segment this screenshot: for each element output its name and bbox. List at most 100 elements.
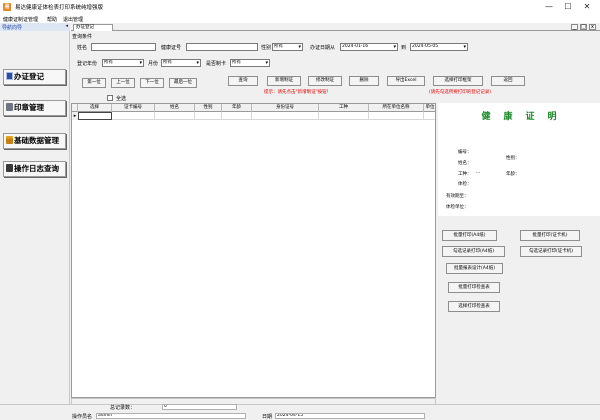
card-age-label: 年龄：: [506, 172, 520, 177]
gender-select[interactable]: 所有: [272, 43, 303, 51]
card-body-check-label: 体检：: [458, 182, 472, 187]
mdi-minimize-button[interactable]: _: [571, 24, 578, 30]
nav-register-label: 办证登记: [14, 72, 44, 81]
log-icon: [6, 164, 13, 172]
col-id-number[interactable]: 身份证号: [252, 104, 319, 112]
date-from-input[interactable]: 2024-01-16: [340, 43, 398, 51]
card-job-dots: ···: [476, 171, 481, 176]
export-excel-button[interactable]: 导出Excel: [387, 76, 425, 86]
batch-print-a4-button[interactable]: 批量打印(A4纸): [442, 230, 497, 241]
col-name[interactable]: 姓名: [155, 104, 195, 112]
menu-help[interactable]: 帮助: [47, 16, 57, 23]
select-print-frame-button[interactable]: 选择打印框架: [433, 76, 483, 86]
batch-report-design-button[interactable]: 批量报表设计(A4纸): [446, 263, 503, 274]
table-row[interactable]: ▸: [72, 112, 435, 120]
date-to-input[interactable]: 2024-05-05: [410, 43, 468, 51]
gender-label: 性别: [261, 45, 272, 51]
date-label: 日期: [262, 414, 273, 420]
card-unit-label: 体检单位：: [446, 205, 469, 210]
next-record-button[interactable]: 下一位: [140, 78, 164, 88]
selected-print-a4-button[interactable]: 勾选记录打印(A4纸): [442, 246, 505, 257]
maximize-button[interactable]: ☐: [561, 1, 575, 13]
operator-value: admin: [96, 413, 246, 419]
records-grid[interactable]: 选择 证卡编号 姓名 性别 年龄 身份证号 工种 所在单位名称 单位 ▸: [71, 103, 436, 398]
nav-log-label: 操作日志查询: [14, 164, 59, 173]
table-cell[interactable]: [252, 112, 319, 120]
tab-register[interactable]: 办证登记: [73, 24, 113, 31]
year-select[interactable]: 所有: [102, 59, 144, 67]
menu-cert-management[interactable]: 健康证制证管理: [3, 16, 38, 23]
nav-log-button[interactable]: 操作日志查询: [3, 161, 66, 177]
database-icon: [6, 136, 13, 144]
made-card-label: 是否制卡: [206, 61, 227, 67]
col-unit[interactable]: 单位: [424, 104, 435, 112]
name-input[interactable]: [91, 43, 156, 51]
col-unit-name[interactable]: 所在单位名称: [369, 104, 424, 112]
col-select[interactable]: 选择: [78, 104, 112, 112]
card-name-label: 姓名：: [458, 161, 472, 166]
mdi-close-button[interactable]: x: [589, 24, 596, 30]
total-records-value: 0: [162, 404, 237, 410]
register-icon: [6, 72, 13, 80]
batch-print-card-button[interactable]: 批量打印(证卡机): [520, 230, 580, 241]
name-label: 姓名: [77, 45, 88, 51]
tab-register-label: 办证登记: [76, 25, 94, 30]
app-icon: 易: [3, 3, 11, 11]
nav-register-button[interactable]: 办证登记: [3, 69, 66, 85]
menu-bar: 健康证制证管理 帮助 退出管理: [0, 14, 600, 23]
query-group-label: 查询条件: [72, 34, 93, 40]
grid-header: 选择 证卡编号 姓名 性别 年龄 身份证号 工种 所在单位名称 单位: [72, 104, 435, 112]
table-cell[interactable]: [369, 112, 424, 120]
table-cell[interactable]: [155, 112, 195, 120]
table-cell[interactable]: [222, 112, 252, 120]
card-job-label: 工种：: [458, 172, 472, 177]
card-gender-label: 性别：: [506, 156, 520, 161]
hint-check-records: (请先勾选所要打印的登记记录): [429, 90, 492, 95]
menu-exit[interactable]: 退出管理: [63, 16, 83, 23]
first-record-button[interactable]: 第一位: [82, 78, 106, 88]
col-card-number[interactable]: 证卡编号: [112, 104, 155, 112]
minimize-button[interactable]: —: [542, 1, 556, 13]
month-label: 月份: [148, 61, 159, 67]
select-all-label: 全选: [116, 96, 127, 102]
table-cell[interactable]: [78, 112, 112, 120]
last-record-button[interactable]: 最后一位: [169, 78, 197, 88]
mdi-tab-strip: 办证登记 _ □ x: [71, 23, 600, 31]
query-button[interactable]: 查询: [228, 76, 258, 86]
card-title: 健康证明: [481, 112, 570, 122]
selected-print-card-button[interactable]: 勾选记录打印(证卡机): [520, 246, 582, 257]
col-age[interactable]: 年龄: [222, 104, 252, 112]
table-cell[interactable]: [195, 112, 222, 120]
nav-seal-label: 印章管理: [14, 103, 44, 112]
health-card-preview: 健康证明 编号： 姓名： 性别： 工种： ··· 年龄： 体检： 有效期至： 体…: [438, 103, 600, 216]
select-print-check-table-button[interactable]: 选择打印检查表: [448, 301, 500, 312]
back-button[interactable]: 返回: [491, 76, 525, 86]
card-valid-label: 有效期至：: [446, 194, 469, 199]
hint-add-first: 提示：请先点击"新增制证"按钮！: [264, 90, 332, 95]
prev-record-button[interactable]: 上一位: [111, 78, 135, 88]
total-records-label: 总记录数：: [110, 405, 136, 411]
collapse-icon[interactable]: ◂: [65, 23, 68, 29]
add-cert-button[interactable]: 新增制证: [267, 76, 301, 86]
date-to-label: 到: [401, 45, 407, 51]
month-select[interactable]: 所有: [161, 59, 201, 67]
select-all-checkbox[interactable]: [107, 95, 113, 101]
table-cell[interactable]: [112, 112, 155, 120]
made-card-select[interactable]: 所有: [230, 59, 270, 67]
nav-basedata-button[interactable]: 基础数据管理: [3, 133, 66, 149]
year-label: 登记年份: [77, 61, 98, 67]
col-job[interactable]: 工种: [319, 104, 369, 112]
edit-cert-button[interactable]: 修改制证: [308, 76, 342, 86]
status-bar: 总记录数： 0 操作员名 admin 日期 2024-04-15: [0, 404, 600, 420]
col-gender[interactable]: 性别: [195, 104, 222, 112]
close-button[interactable]: ✕: [580, 1, 594, 13]
mdi-restore-button[interactable]: □: [580, 24, 587, 30]
nav-seal-button[interactable]: 印章管理: [3, 100, 66, 116]
cert-no-input[interactable]: [186, 43, 258, 51]
delete-button[interactable]: 删除: [349, 76, 379, 86]
batch-print-check-table-button[interactable]: 批量打印检查表: [448, 282, 500, 293]
main-area: 办证登记 _ □ x 查询条件 姓名 健康证号 性别 所有 办证日期从 2024…: [71, 23, 600, 410]
date-from-label: 办证日期从: [310, 45, 336, 51]
table-cell[interactable]: [319, 112, 369, 120]
navigation-panel: 导航向导 ◂ 办证登记 印章管理 基础数据管理 操作日志查询: [0, 23, 70, 410]
